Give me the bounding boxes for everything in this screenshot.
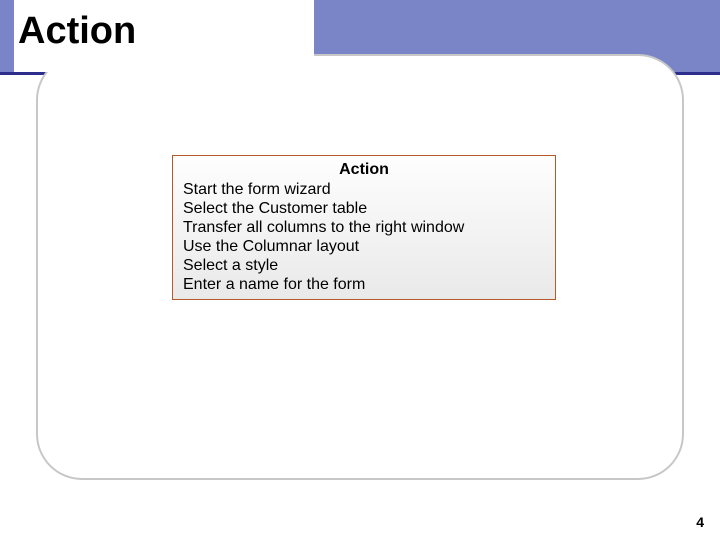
list-item: Start the form wizard: [183, 180, 545, 199]
list-item: Use the Columnar layout: [183, 237, 545, 256]
list-item: Select the Customer table: [183, 199, 545, 218]
page-number: 4: [696, 514, 704, 530]
action-box-heading: Action: [183, 160, 545, 180]
list-item: Select a style: [183, 256, 545, 275]
slide: Action Action Start the form wizard Sele…: [0, 0, 720, 540]
list-item: Transfer all columns to the right window: [183, 218, 545, 237]
list-item: Enter a name for the form: [183, 275, 545, 294]
action-list: Start the form wizard Select the Custome…: [183, 180, 545, 294]
action-box: Action Start the form wizard Select the …: [172, 155, 556, 300]
page-title: Action: [18, 10, 136, 53]
